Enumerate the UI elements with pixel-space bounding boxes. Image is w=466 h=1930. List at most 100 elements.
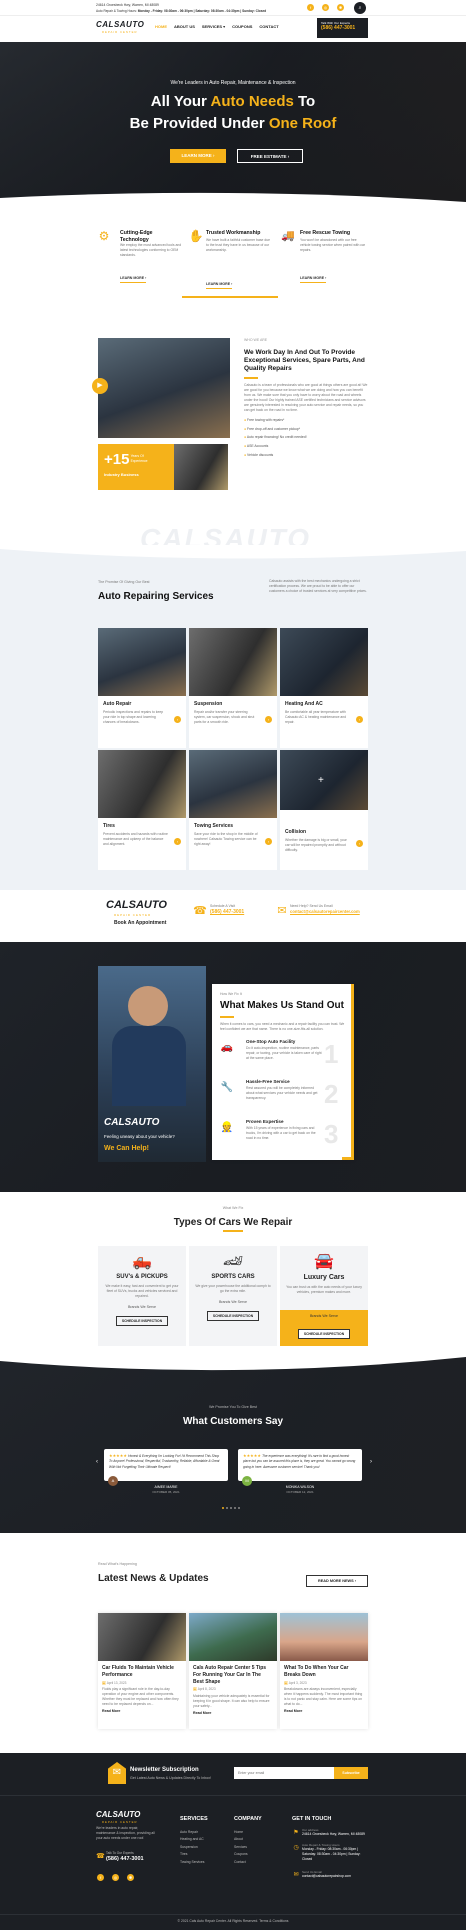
nav-contact[interactable]: CONTACT: [259, 24, 278, 29]
standout-number: 2: [324, 1079, 339, 1109]
nav-services[interactable]: SERVICES ▾: [202, 24, 225, 29]
footer-link[interactable]: Coupons: [234, 1851, 248, 1858]
schedule-inspection-button[interactable]: SCHEDULE INSPECTION: [116, 1315, 168, 1326]
footer-link[interactable]: Tires: [180, 1851, 205, 1858]
arrow-icon[interactable]: ›: [265, 838, 272, 845]
schedule-inspection-button[interactable]: SCHEDULE INSPECTION: [298, 1329, 350, 1339]
next-arrow-icon[interactable]: ›: [368, 1457, 374, 1467]
standout-item-text: Do it auto-inspection, routine maintenan…: [246, 1046, 322, 1061]
arrow-icon[interactable]: ›: [356, 840, 363, 847]
service-card-auto-repair[interactable]: Auto Repair Periodic inspections and rep…: [98, 696, 186, 748]
service-text: Periodic inspections and repairs to keep…: [103, 709, 164, 724]
call-experts-box[interactable]: Talk With Our Experts (586) 447-3001: [317, 18, 368, 38]
instagram-icon[interactable]: ◎: [322, 4, 329, 11]
read-more-link[interactable]: Read More: [193, 1711, 273, 1716]
search-icon[interactable]: ⌕: [354, 2, 366, 14]
instagram-icon[interactable]: ◎: [112, 1874, 119, 1881]
book-appointment-link[interactable]: Book An Appointment: [114, 920, 166, 927]
carousel-dot[interactable]: [222, 1507, 224, 1509]
news-card[interactable]: Cals Auto Repair Center 5 Tips For Runni…: [189, 1613, 277, 1729]
footer-link[interactable]: Auto Repair: [180, 1829, 205, 1836]
news-card[interactable]: Car Fluids To Maintain Vehicle Performan…: [98, 1613, 186, 1729]
service-card-towing[interactable]: Towing Services Save your ride to the sh…: [189, 818, 277, 870]
read-more-link[interactable]: Read More: [102, 1709, 182, 1714]
years-number: +15: [104, 451, 130, 468]
feature-learn-more[interactable]: LEARN MORE ›: [120, 276, 147, 283]
feature-learn-more[interactable]: LEARN MORE ›: [206, 282, 233, 289]
feature-title: Trusted Workmanship: [206, 230, 261, 236]
feature-title: Free Rescue Towing: [300, 230, 351, 236]
hero: We're Leaders in Auto Repair, Maintenanc…: [0, 42, 466, 210]
avatar: M: [242, 1476, 252, 1486]
footer-phone[interactable]: (586) 447-3001: [106, 1856, 144, 1863]
car-type-text: You can trust us with the auto needs of …: [286, 1285, 362, 1295]
types-divider: [223, 1230, 243, 1232]
footer-link[interactable]: Suspension: [180, 1844, 205, 1851]
standout-accent: [342, 984, 354, 1160]
yelp-icon[interactable]: ✱: [337, 4, 344, 11]
email-help[interactable]: Need Help? Send Us Email contact@calsaut…: [290, 904, 360, 914]
appointment-strip: CALSAUTO REPAIR CENTER Book An Appointme…: [0, 890, 466, 942]
mechanic-face: [128, 986, 168, 1026]
standout-intro: When it comes to cars, you need a mechan…: [220, 1021, 345, 1031]
call-phone: (586) 447-3001: [321, 25, 356, 32]
footer-email[interactable]: contact@calsautorepairshop.com: [302, 1874, 351, 1878]
standout-item-title: One-Stop Auto Facility: [246, 1039, 296, 1044]
yelp-icon[interactable]: ✱: [127, 1874, 134, 1881]
services-wave: [0, 545, 466, 559]
header: CALSAUTO REPAIR CENTER HOME ABOUT US SER…: [0, 16, 466, 42]
schedule-visit[interactable]: Schedule A Visit (586) 447-3001: [210, 904, 244, 915]
service-title: Suspension: [194, 701, 223, 707]
play-video-icon[interactable]: ▶: [92, 378, 108, 394]
arrow-icon[interactable]: ›: [356, 716, 363, 723]
address-text: 24614 Groesbeck Hwy, Warren, MI 48089: [96, 3, 159, 7]
testimonials-wave: [0, 1355, 466, 1371]
standout-tagline2: We Can Help!: [104, 1145, 149, 1152]
brands-label: Brands We Serve: [127, 1305, 157, 1310]
carousel-dot[interactable]: [230, 1507, 232, 1509]
arrow-icon[interactable]: ›: [174, 838, 181, 845]
footer-call-label: Talk To Our Experts: [106, 1851, 134, 1855]
schedule-inspection-button[interactable]: SCHEDULE INSPECTION: [207, 1310, 259, 1321]
arrow-icon[interactable]: ›: [174, 716, 181, 723]
nav-home[interactable]: HOME: [155, 24, 167, 29]
carousel-dot[interactable]: [238, 1507, 240, 1509]
footer-link[interactable]: Services: [234, 1844, 248, 1851]
prev-arrow-icon[interactable]: ‹: [94, 1457, 100, 1467]
standout-tagline: Feeling uneasy about your vehicle?: [104, 1134, 175, 1139]
star-rating: ★★★★★: [243, 1453, 261, 1458]
carousel-dot[interactable]: [234, 1507, 236, 1509]
brands-label: Brands We Serve: [309, 1314, 339, 1318]
cta-logo[interactable]: CALSAUTO REPAIR CENTER: [106, 898, 167, 917]
news-card[interactable]: What To Do When Your Car Breaks Down 🗓 A…: [280, 1613, 368, 1729]
wrench-icon: 🔧: [220, 1082, 234, 1094]
feature-text: We employ the most advanced tools and la…: [120, 243, 182, 258]
footer-link[interactable]: Heating and AC: [180, 1836, 205, 1843]
service-card-suspension[interactable]: Suspension Repair and/or transfer your s…: [189, 696, 277, 748]
subscribe-button[interactable]: Subscribe: [334, 1767, 368, 1779]
newsletter-email-input[interactable]: [234, 1767, 334, 1779]
learn-more-button[interactable]: LEARN MORE ›: [170, 149, 226, 163]
feature-learn-more[interactable]: LEARN MORE ›: [300, 276, 327, 283]
free-estimate-button[interactable]: FREE ESTIMATE ›: [237, 149, 303, 163]
arrow-icon[interactable]: ›: [265, 716, 272, 723]
carousel-dot[interactable]: [226, 1507, 228, 1509]
facebook-icon[interactable]: f: [307, 4, 314, 11]
footer-link[interactable]: About: [234, 1836, 248, 1843]
service-card-heating-ac[interactable]: Heating And AC Be comfortable all year t…: [280, 696, 368, 748]
read-more-link[interactable]: Read More: [284, 1709, 364, 1714]
footer-logo[interactable]: CALSAUTO REPAIR CENTER: [96, 1810, 140, 1825]
service-card-collision[interactable]: Collision Whether the damage is big or s…: [280, 810, 368, 870]
nav-coupons[interactable]: COUPONS: [232, 24, 252, 29]
facebook-icon[interactable]: f: [97, 1874, 104, 1881]
footer-link[interactable]: Towing Services: [180, 1859, 205, 1866]
service-card-tires[interactable]: Tires Prevent accidents and hazards with…: [98, 818, 186, 870]
footer-link[interactable]: Home: [234, 1829, 248, 1836]
nav-about[interactable]: ABOUT US: [174, 24, 195, 29]
read-more-news-button[interactable]: READ MORE NEWS ›: [306, 1575, 368, 1587]
review-date: OCTOBER 05, 2021: [152, 1489, 180, 1494]
footer-link[interactable]: Contact: [234, 1859, 248, 1866]
news-image: [189, 1613, 277, 1661]
standout-number: 1: [324, 1039, 339, 1069]
logo[interactable]: CALSAUTO REPAIR CENTER: [96, 20, 144, 35]
